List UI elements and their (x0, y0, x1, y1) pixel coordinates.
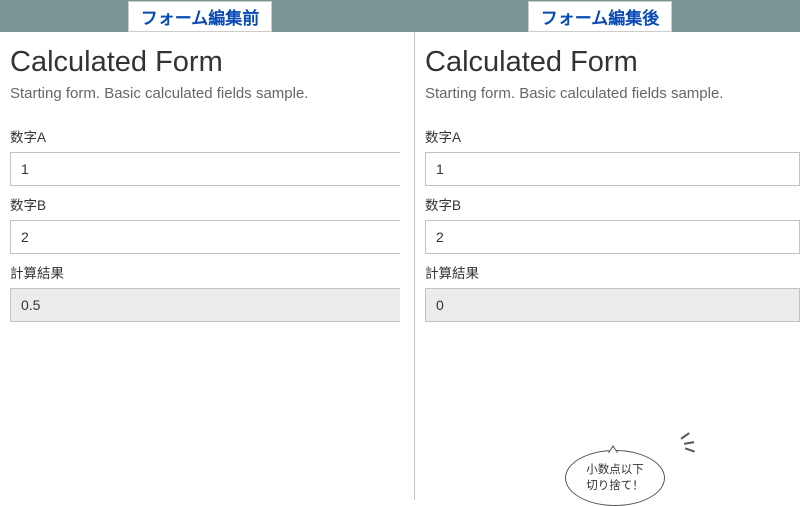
comparison-panes: Calculated Form Starting form. Basic cal… (0, 32, 800, 500)
header-left-label: フォーム編集前 (128, 1, 273, 32)
bubble-tail-icon (608, 445, 618, 453)
header-bar: フォーム編集前 フォーム編集後 (0, 0, 800, 32)
field-a-input[interactable] (425, 152, 800, 186)
pane-before: Calculated Form Starting form. Basic cal… (0, 32, 414, 500)
field-result-label: 計算結果 (425, 262, 800, 282)
pane-after: Calculated Form Starting form. Basic cal… (414, 32, 800, 500)
header-right: フォーム編集後 (400, 0, 800, 32)
field-b-input[interactable] (10, 220, 400, 254)
form-title: Calculated Form (10, 46, 400, 79)
form-subtitle: Starting form. Basic calculated fields s… (425, 85, 800, 102)
header-left: フォーム編集前 (0, 0, 400, 32)
field-result-label: 計算結果 (10, 262, 400, 282)
field-result: 計算結果 (10, 262, 400, 322)
field-b: 数字B (10, 194, 400, 254)
header-right-label: フォーム編集後 (528, 1, 673, 32)
bubble-line1: 小数点以下 (586, 462, 644, 478)
field-b-input[interactable] (425, 220, 800, 254)
field-b-label: 数字B (425, 194, 800, 214)
field-result-output (425, 288, 800, 322)
field-a: 数字A (10, 126, 400, 186)
form-title: Calculated Form (425, 46, 800, 79)
annotation-bubble: 小数点以下 切り捨て！ (565, 450, 665, 506)
field-a-label: 数字A (10, 126, 400, 146)
field-a-input[interactable] (10, 152, 400, 186)
field-a: 数字A (425, 126, 800, 186)
field-result: 計算結果 (425, 262, 800, 322)
speech-bubble: 小数点以下 切り捨て！ (565, 450, 665, 506)
field-b: 数字B (425, 194, 800, 254)
bubble-line2: 切り捨て！ (586, 478, 644, 494)
form-subtitle: Starting form. Basic calculated fields s… (10, 85, 400, 102)
field-result-output (10, 288, 400, 322)
field-b-label: 数字B (10, 194, 400, 214)
field-a-label: 数字A (425, 126, 800, 146)
